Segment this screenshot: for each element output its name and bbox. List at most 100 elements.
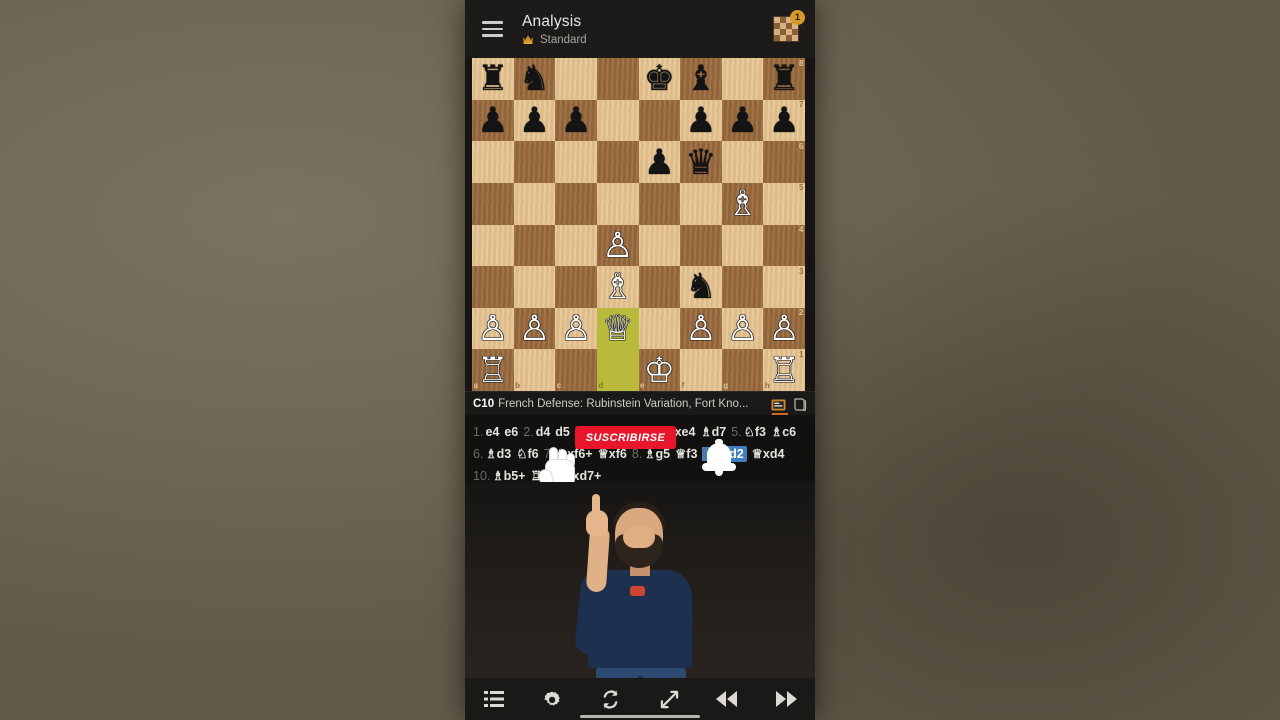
board-square-f1[interactable]: f <box>680 349 722 391</box>
board-square-c1[interactable]: c <box>555 349 597 391</box>
board-square-b3[interactable] <box>513 266 556 308</box>
board-square-f3[interactable]: ♞ <box>680 266 722 308</box>
board-square-d8[interactable] <box>596 58 639 100</box>
subscribe-button[interactable]: SUSCRIBIRSE <box>575 426 676 449</box>
board-square-a4[interactable] <box>472 224 514 267</box>
board-square-f5[interactable] <box>680 182 722 225</box>
piece-white-queen-d2[interactable]: ♕ <box>597 308 639 350</box>
board-square-g2[interactable]: ♙ <box>721 307 764 350</box>
piece-white-rook-a1[interactable]: ♖ <box>472 349 514 391</box>
board-square-h5[interactable]: 5 <box>763 182 805 225</box>
notes-icon[interactable] <box>793 397 807 412</box>
move-white[interactable]: d4 <box>536 425 551 439</box>
board-square-h3[interactable]: 3 <box>763 266 805 308</box>
board-square-f2[interactable]: ♙ <box>680 307 722 350</box>
flip-board-button[interactable] <box>591 684 631 714</box>
next-move-button[interactable] <box>766 684 806 714</box>
move-black[interactable]: ♕xd4 <box>752 447 785 461</box>
move-list[interactable]: 1.e4e62.d4d53.♘c3dxe44.♘xe4♗d75.♘f3♗c66.… <box>465 415 815 482</box>
board-square-d5[interactable] <box>596 182 639 225</box>
move-white[interactable]: e4 <box>485 425 499 439</box>
board-square-d6[interactable] <box>596 141 639 183</box>
piece-black-pawn-f7[interactable]: ♟ <box>680 100 722 142</box>
previous-move-button[interactable] <box>707 684 747 714</box>
board-square-g5[interactable]: ♗ <box>721 182 764 225</box>
piece-black-pawn-c7[interactable]: ♟ <box>555 100 597 142</box>
move-list-button[interactable] <box>474 684 514 714</box>
piece-black-queen-f6[interactable]: ♛ <box>680 141 722 183</box>
opening-bar[interactable]: C10 French Defense: Rubinstein Variation… <box>465 391 815 415</box>
piece-white-bishop-d3[interactable]: ♗ <box>597 266 639 308</box>
board-square-h1[interactable]: 1 h ♖ <box>763 349 805 391</box>
board-square-e3[interactable] <box>638 266 681 308</box>
piece-white-rook-h1[interactable]: ♖ <box>763 349 805 391</box>
board-square-h7[interactable]: 7 ♟ <box>763 99 805 142</box>
mini-board-button[interactable]: 1 <box>771 10 805 44</box>
board-square-f4[interactable] <box>680 224 722 267</box>
board-square-a6[interactable] <box>472 141 514 183</box>
board-square-g4[interactable] <box>721 224 764 267</box>
piece-white-pawn-a2[interactable]: ♙ <box>472 308 514 350</box>
chessboard[interactable]: ♜ ♞ ♚ ♝ 8 ♜ ♟ ♟ ♟ ♟ ♟ 7 ♟ ♟ ♛ 6 ♗ 5 ♙ 4 ♗ ♞ 3 ♙ ♙ ♙ ♕ ♙ ♙ 2 ♙ a ♖ b c d e ♔ f g… <box>472 58 805 391</box>
board-square-h4[interactable]: 4 <box>763 224 805 267</box>
board-square-g3[interactable] <box>721 266 764 308</box>
piece-black-rook-h8[interactable]: ♜ <box>763 58 805 100</box>
piece-white-pawn-h2[interactable]: ♙ <box>763 308 805 350</box>
piece-white-pawn-d4[interactable]: ♙ <box>597 225 639 267</box>
piece-black-knight-b8[interactable]: ♞ <box>514 58 556 100</box>
board-square-a5[interactable] <box>472 182 514 225</box>
board-square-d4[interactable]: ♙ <box>596 224 639 267</box>
board-square-d2[interactable]: ♕ <box>596 307 639 350</box>
board-square-h8[interactable]: 8 ♜ <box>763 58 805 100</box>
board-square-e6[interactable]: ♟ <box>638 141 681 183</box>
board-square-d1[interactable]: d <box>596 349 639 391</box>
piece-black-knight-f3[interactable]: ♞ <box>680 266 722 308</box>
board-square-f8[interactable]: ♝ <box>680 58 722 100</box>
board-square-e1[interactable]: e ♔ <box>638 349 681 391</box>
move-black[interactable]: d5 <box>555 425 570 439</box>
move-white[interactable]: ♘f3 <box>744 425 766 439</box>
move-black[interactable]: ♕f3 <box>675 447 697 461</box>
board-square-a1[interactable]: a ♖ <box>472 349 514 391</box>
board-square-e2[interactable] <box>638 307 681 350</box>
fullscreen-button[interactable] <box>649 684 689 714</box>
board-square-e4[interactable] <box>638 224 681 267</box>
move-white[interactable]: ♗g5 <box>644 447 670 461</box>
piece-white-pawn-g2[interactable]: ♙ <box>722 308 764 350</box>
board-square-c7[interactable]: ♟ <box>555 99 597 142</box>
board-square-a7[interactable]: ♟ <box>472 99 514 142</box>
board-square-b6[interactable] <box>513 141 556 183</box>
board-square-g6[interactable] <box>721 141 764 183</box>
piece-black-pawn-b7[interactable]: ♟ <box>514 100 556 142</box>
board-square-b8[interactable]: ♞ <box>513 58 556 100</box>
move-black[interactable]: ♕xf6 <box>598 447 627 461</box>
piece-white-pawn-b2[interactable]: ♙ <box>514 308 556 350</box>
piece-black-pawn-a7[interactable]: ♟ <box>472 100 514 142</box>
board-square-e8[interactable]: ♚ <box>638 58 681 100</box>
piece-black-king-e8[interactable]: ♚ <box>639 58 681 100</box>
settings-button[interactable] <box>532 684 572 714</box>
board-square-c8[interactable] <box>555 58 597 100</box>
piece-white-pawn-f2[interactable]: ♙ <box>680 308 722 350</box>
board-square-g1[interactable]: g <box>721 349 764 391</box>
board-square-a3[interactable] <box>472 266 514 308</box>
move-white[interactable]: ♗b5+ <box>492 469 525 482</box>
board-square-e7[interactable] <box>638 99 681 142</box>
piece-white-pawn-c2[interactable]: ♙ <box>555 308 597 350</box>
board-square-g7[interactable]: ♟ <box>721 99 764 142</box>
piece-white-king-e1[interactable]: ♔ <box>639 349 681 391</box>
board-square-c2[interactable]: ♙ <box>555 307 597 350</box>
board-square-g8[interactable] <box>721 58 764 100</box>
board-square-c6[interactable] <box>555 141 597 183</box>
move-black[interactable]: ♗d7 <box>700 425 726 439</box>
piece-black-pawn-e6[interactable]: ♟ <box>639 141 681 183</box>
move-white[interactable]: ♗d3 <box>485 447 511 461</box>
piece-black-rook-a8[interactable]: ♜ <box>472 58 514 100</box>
board-square-a2[interactable]: ♙ <box>472 307 514 350</box>
board-square-f6[interactable]: ♛ <box>680 141 722 183</box>
board-square-f7[interactable]: ♟ <box>680 99 722 142</box>
board-square-e5[interactable] <box>638 182 681 225</box>
board-square-b4[interactable] <box>513 224 556 267</box>
board-square-c3[interactable] <box>555 266 597 308</box>
move-black[interactable]: e6 <box>504 425 518 439</box>
